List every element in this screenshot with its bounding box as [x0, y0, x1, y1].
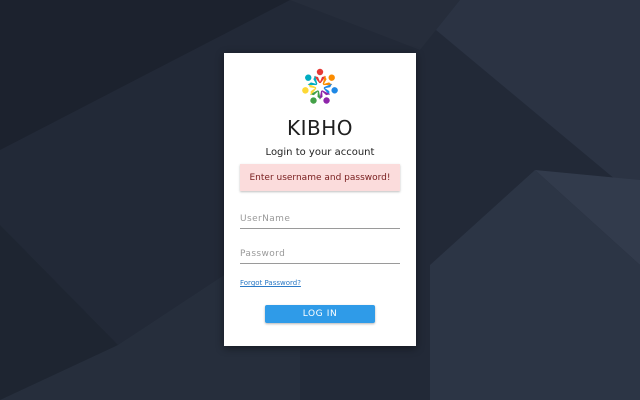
brand-name: KIBHO [286, 116, 353, 140]
login-subtitle: Login to your account [265, 147, 375, 158]
username-field [240, 206, 400, 229]
error-alert-text: Enter username and password! [249, 172, 391, 183]
login-button[interactable]: LOG IN [265, 305, 375, 323]
login-card: KIBHO Login to your account Enter userna… [224, 53, 416, 346]
password-field [240, 241, 400, 264]
forgot-password-link[interactable]: Forgot Password? [240, 279, 301, 287]
password-input[interactable] [240, 244, 400, 264]
error-alert: Enter username and password! [240, 164, 400, 191]
kibho-star-people-icon [302, 68, 338, 104]
username-input[interactable] [240, 209, 400, 229]
